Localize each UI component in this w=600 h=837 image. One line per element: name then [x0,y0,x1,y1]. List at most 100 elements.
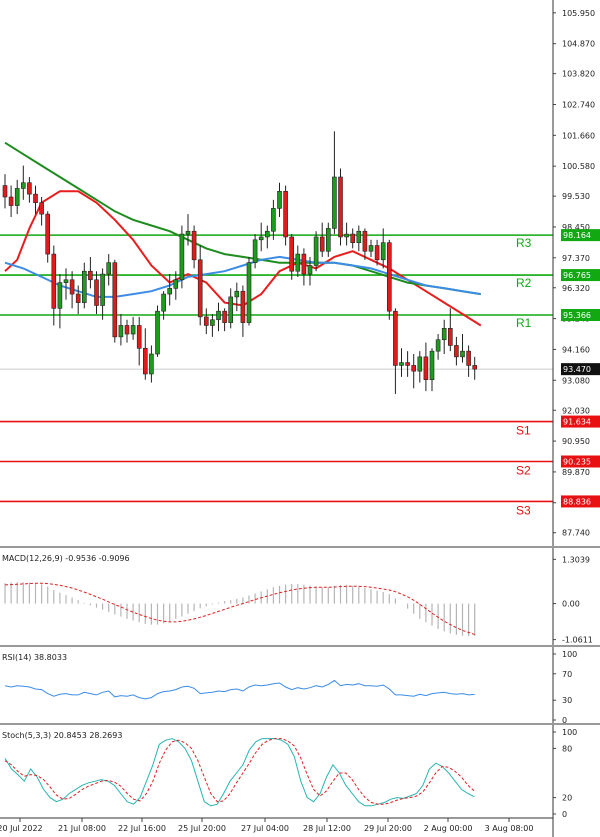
candle-body [136,325,142,349]
level-name-s2: S2 [516,463,531,477]
candle-body [94,279,99,306]
candle-body [374,245,380,261]
candle-body [185,230,191,235]
candle-body [423,356,429,381]
candle-body [386,242,392,312]
candle-body [338,176,343,238]
candle-body [460,350,465,358]
candle-body [411,365,417,372]
candle-body [380,242,386,261]
level-name-r2: R2 [516,276,532,290]
candle-body [313,236,319,266]
last-price-label: 93.470 [563,365,591,374]
candle-body [167,288,172,295]
rsi-tick-label: 70 [562,670,572,679]
candle-body [27,182,32,195]
level-tag-label: 95.366 [563,311,591,320]
candle-body [362,230,368,252]
stoch-tick-label: 0 [562,810,567,819]
candle-body [466,350,471,366]
candle-body [197,259,203,318]
candle-body [264,230,270,238]
candle-body [277,190,282,209]
candle-body [204,316,209,326]
macd-tick-label: -1.0611 [562,636,593,645]
candle-body [447,328,453,346]
time-tick-label: 29 Jul 20:00 [364,824,412,833]
rsi-tick-label: 100 [562,650,577,659]
candle-body [51,253,57,309]
rsi-tick-label: 30 [562,696,572,705]
candle-body [124,325,130,335]
price-tick-label: 102.740 [562,100,595,109]
level-tag-label: 91.634 [563,418,591,427]
candle-body [2,185,8,198]
candle-body [356,230,362,243]
stoch-tick-label: 20 [562,794,572,803]
candle-body [88,270,93,281]
candle-body [179,233,185,281]
candle-body [301,253,307,275]
level-name-r3: R3 [516,236,532,250]
candle-body [63,279,69,283]
level-name-s3: S3 [516,503,531,517]
time-tick-label: 21 Jul 08:00 [58,824,106,833]
candle-body [45,213,51,255]
candle-body [454,345,459,358]
price-tick-label: 93.080 [562,376,590,385]
candle-body [33,193,38,203]
price-tick-label: 90.950 [562,437,590,446]
candle-body [405,362,410,366]
candle-body [240,290,246,323]
candle-body [441,328,447,341]
price-tick-label: 99.530 [562,192,590,201]
candle-body [39,202,44,215]
candle-body [130,325,136,335]
time-tick-label: 3 Aug 08:00 [485,824,534,833]
candle-body [14,188,20,206]
candle-body [112,262,118,338]
level-tag-label: 90.235 [563,457,591,466]
candle-body [210,319,215,326]
candle-body [8,196,14,206]
candle-body [82,270,87,303]
candle-body [344,233,349,238]
candle-body [118,325,124,338]
candle-body [295,253,301,272]
candle-body [417,356,423,372]
candle-body [173,279,179,289]
candle-body [191,230,197,261]
macd-title: MACD(12,26,9) -0.9536 -0.9096 [2,554,130,563]
candle-body [283,190,288,238]
candle-body [399,362,404,366]
candle-body [234,290,240,298]
candle-body [472,365,478,370]
candle-body [429,350,435,381]
stoch-tick-label: 100 [562,728,577,737]
level-name-s1: S1 [516,424,531,438]
time-tick-label: 27 Jul 04:00 [241,824,289,833]
candle-body [393,310,398,366]
candle-body [155,310,160,355]
price-tick-label: 100.580 [562,162,595,171]
time-tick-label: 20 Jul 2022 [0,824,43,833]
level-tag-label: 98.164 [563,231,591,240]
price-tick-label: 94.160 [562,345,590,354]
stoch-tick-label: 80 [562,744,572,753]
candle-body [307,265,313,275]
candle-body [350,233,356,243]
forex-chart: 105.950 104.870 103.820 102.740 101.660 100.5… [0,0,600,837]
macd-tick-label: 0.00 [562,600,580,609]
candle-body [69,279,75,295]
candle-body [258,236,264,241]
time-tick-label: 22 Jul 16:00 [118,824,166,833]
candle-body [143,347,148,375]
stoch-title: Stoch(5,3,3) 20.8453 28.2693 [2,731,122,740]
candle-body [228,296,233,323]
candle-body [332,176,337,229]
candle-body [222,310,227,323]
rsi-title: RSI(14) 38.8033 [2,653,67,662]
time-tick-label: 2 Aug 00:00 [424,824,473,833]
candle-body [75,293,81,303]
candle-body [100,273,105,306]
